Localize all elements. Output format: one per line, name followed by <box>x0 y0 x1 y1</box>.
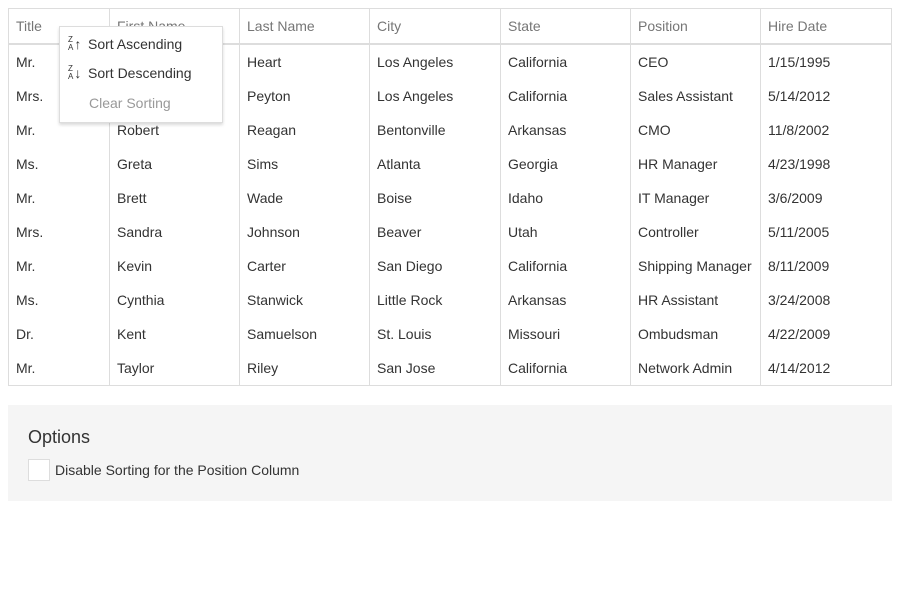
table-cell: IT Manager <box>630 181 761 215</box>
table-cell: Greta <box>109 147 240 181</box>
table-cell: Georgia <box>500 147 631 181</box>
table-cell: Ms. <box>16 156 39 172</box>
table-cell: HR Assistant <box>630 283 761 317</box>
table-cell: Kent <box>109 317 240 351</box>
column-header[interactable]: Last Name <box>239 8 370 45</box>
table-cell: Beaver <box>369 215 501 249</box>
table-cell: Idaho <box>500 181 631 215</box>
column-header[interactable]: Hire Date <box>760 8 892 45</box>
table-cell: Missouri <box>500 317 631 351</box>
table-cell: Johnson <box>239 215 370 249</box>
table-cell: Arkansas <box>500 283 631 317</box>
table-cell: Los Angeles <box>369 79 501 113</box>
table-cell: Dr. <box>16 326 34 342</box>
table-row[interactable]: Ms. Greta Sims Atlanta Georgia HR Manager 4/23… <box>9 147 892 181</box>
table-cell: Cynthia <box>109 283 240 317</box>
table-cell: Brett <box>109 181 240 215</box>
table-cell: 4/22/2009 <box>760 317 892 351</box>
table-cell: Sims <box>239 147 370 181</box>
table-cell: Los Angeles <box>369 44 501 79</box>
column-context-menu: Z A ↑ Sort Ascending Z A ↓ Sort Descending Cle… <box>59 26 223 123</box>
table-cell: Atlanta <box>369 147 501 181</box>
table-cell: Peyton <box>239 79 370 113</box>
table-cell: San Diego <box>369 249 501 283</box>
table-cell: 1/15/1995 <box>760 44 892 79</box>
table-row[interactable]: Mr. Taylor Riley San Jose California Network … <box>9 351 892 386</box>
table-cell: 3/24/2008 <box>760 283 892 317</box>
options-title: Options <box>28 427 91 447</box>
disable-sorting-label[interactable]: Disable Sorting for the Position Column <box>55 462 299 478</box>
table-cell: Mr. <box>16 190 36 206</box>
table-row[interactable]: Mrs. Sandra Johnson Beaver Utah Controller 5/1… <box>9 215 892 249</box>
sort-descending-item[interactable]: Z A ↓ Sort Descending <box>60 59 222 89</box>
table-cell: 4/14/2012 <box>760 351 892 386</box>
table-cell: 11/8/2002 <box>760 113 892 147</box>
table-cell: Carter <box>239 249 370 283</box>
table-cell: Network Admin <box>630 351 761 386</box>
table-cell: 8/11/2009 <box>760 249 892 283</box>
table-cell: 4/23/1998 <box>760 147 892 181</box>
table-cell: Ms. <box>16 292 39 308</box>
table-cell: Bentonville <box>369 113 501 147</box>
table-cell: Reagan <box>239 113 370 147</box>
table-cell: San Jose <box>369 351 501 386</box>
table-cell: Heart <box>239 44 370 79</box>
disable-sorting-checkbox[interactable] <box>28 459 50 481</box>
table-cell: Sandra <box>109 215 240 249</box>
table-cell: Shipping Manager <box>630 249 761 283</box>
table-cell: HR Manager <box>630 147 761 181</box>
clear-sorting-item: Clear Sorting <box>89 94 171 111</box>
table-cell: Stanwick <box>239 283 370 317</box>
table-cell: CMO <box>630 113 761 147</box>
table-cell: California <box>500 351 631 386</box>
table-cell: Mrs. <box>16 224 44 240</box>
table-cell: CEO <box>630 44 761 79</box>
table-cell: Taylor <box>109 351 240 386</box>
table-cell: Arkansas <box>500 113 631 147</box>
table-cell: California <box>500 249 631 283</box>
table-row[interactable]: Dr. Kent Samuelson St. Louis Missouri Ombudsm… <box>9 317 892 351</box>
table-cell: Sales Assistant <box>630 79 761 113</box>
table-cell: Boise <box>369 181 501 215</box>
table-cell: Controller <box>630 215 761 249</box>
table-cell: 5/14/2012 <box>760 79 892 113</box>
table-cell: Wade <box>239 181 370 215</box>
table-cell: Little Rock <box>369 283 501 317</box>
options-panel: Options Disable Sorting for the Position… <box>8 405 892 501</box>
table-cell: Ombudsman <box>630 317 761 351</box>
table-row[interactable]: Mr. Kevin Carter San Diego California Shippin… <box>9 249 892 283</box>
table-row[interactable]: Mr. Brett Wade Boise Idaho IT Manager 3/6/2009 <box>9 181 892 215</box>
column-header[interactable]: Position <box>630 8 761 45</box>
table-cell: Samuelson <box>239 317 370 351</box>
table-cell: St. Louis <box>369 317 501 351</box>
sort-ascending-icon: Z A ↑ <box>68 34 82 52</box>
table-cell: Utah <box>500 215 631 249</box>
table-cell: Kevin <box>109 249 240 283</box>
table-cell: 3/6/2009 <box>760 181 892 215</box>
table-cell: Mr. <box>16 258 36 274</box>
table-cell: California <box>500 79 631 113</box>
sort-descending-icon: Z A ↓ <box>68 64 82 82</box>
table-row[interactable]: Ms. Cynthia Stanwick Little Rock Arkansas HR … <box>9 283 892 317</box>
column-header[interactable]: State <box>500 8 631 45</box>
table-cell: 5/11/2005 <box>760 215 892 249</box>
table-cell: Riley <box>239 351 370 386</box>
column-header[interactable]: City <box>369 8 501 45</box>
table-cell: California <box>500 44 631 79</box>
table-cell: Mr. <box>16 360 36 376</box>
sort-ascending-item[interactable]: Z A ↑ Sort Ascending <box>60 29 222 59</box>
